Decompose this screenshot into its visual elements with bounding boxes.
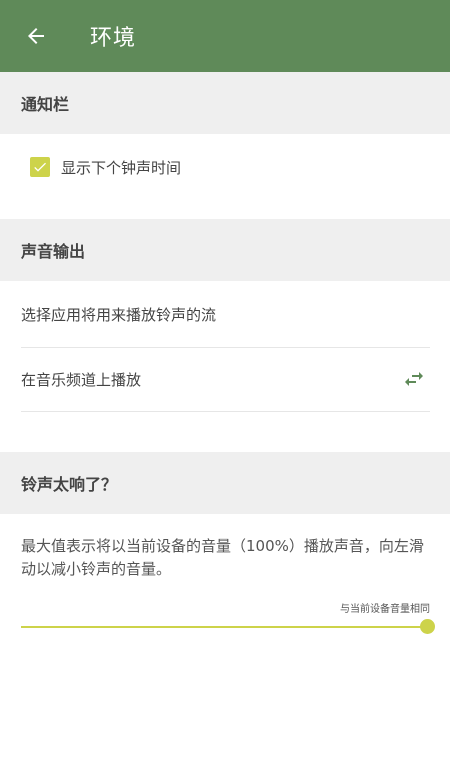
checkmark-icon bbox=[34, 162, 46, 172]
play-on-music-channel-label: 在音乐频道上播放 bbox=[21, 370, 142, 389]
section-title: 声音输出 bbox=[21, 242, 86, 261]
page-title: 环境 bbox=[90, 26, 137, 51]
section-title: 通知栏 bbox=[21, 95, 70, 114]
swap-arrows-icon[interactable] bbox=[402, 367, 426, 391]
volume-slider[interactable] bbox=[21, 616, 436, 638]
section-header-too-loud: 铃声太响了？ bbox=[0, 452, 450, 514]
section-header-notification: 通知栏 bbox=[0, 72, 450, 134]
section-title: 铃声太响了？ bbox=[21, 475, 118, 494]
select-stream-row[interactable]: 选择应用将用来播放铃声的流 bbox=[0, 281, 450, 347]
show-next-ring-time-label: 显示下个钟声时间 bbox=[61, 158, 182, 177]
select-stream-label: 选择应用将用来播放铃声的流 bbox=[21, 305, 217, 324]
show-next-ring-time-checkbox[interactable] bbox=[30, 157, 50, 177]
slider-caption: 与当前设备音量相同 bbox=[340, 604, 430, 615]
play-on-music-channel-row[interactable]: 在音乐频道上播放 bbox=[0, 347, 450, 411]
show-next-ring-time-row[interactable]: 显示下个钟声时间 bbox=[0, 134, 450, 200]
app-bar: 环境 bbox=[0, 0, 450, 72]
slider-thumb[interactable] bbox=[420, 619, 435, 634]
arrow-left-icon bbox=[28, 28, 44, 44]
divider bbox=[21, 411, 430, 412]
slider-track bbox=[21, 626, 428, 628]
back-button[interactable] bbox=[14, 14, 58, 58]
section-header-audio-output: 声音输出 bbox=[0, 219, 450, 281]
volume-description: 最大值表示将以当前设备的音量（100%）播放声音，向左滑动以减小铃声的音量。 bbox=[21, 537, 424, 578]
